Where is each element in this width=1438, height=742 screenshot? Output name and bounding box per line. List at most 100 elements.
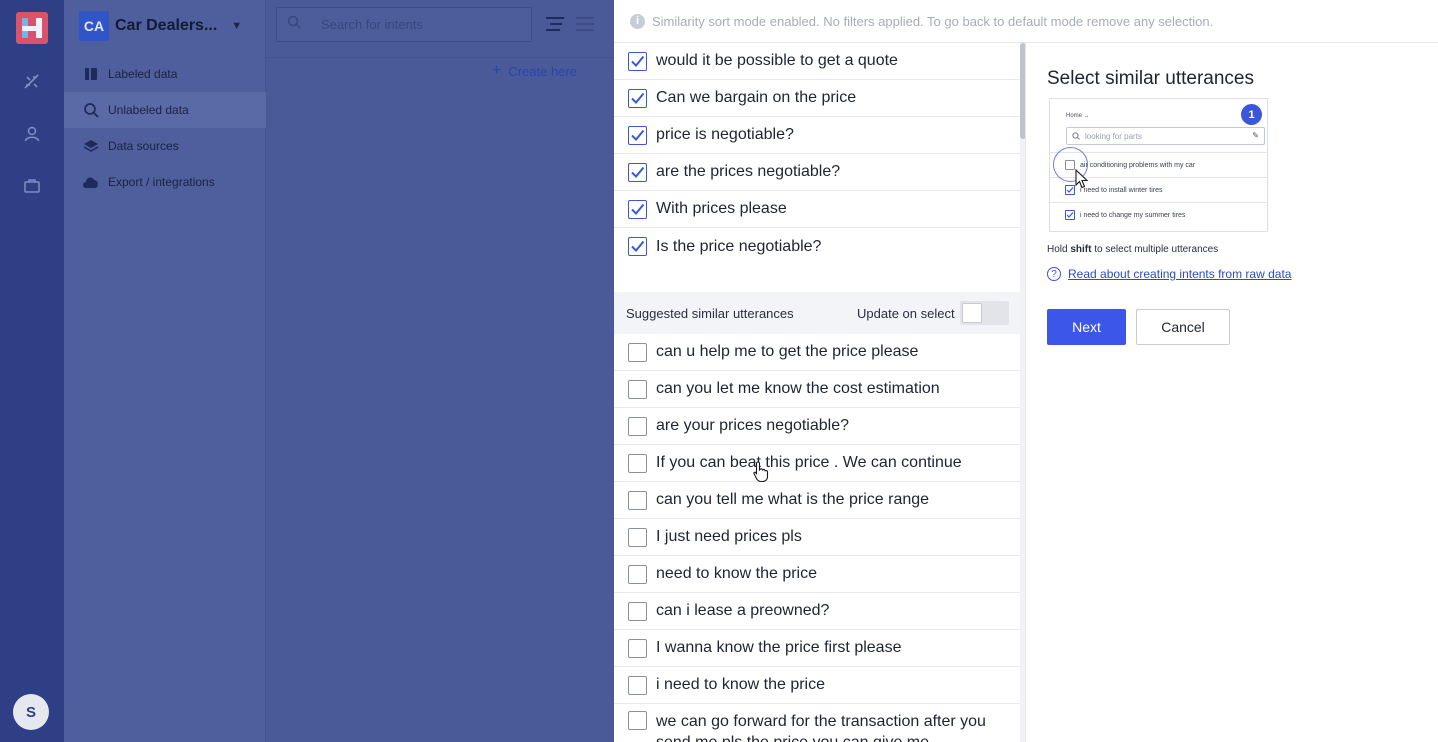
utterance-text: price is negotiable? xyxy=(656,126,794,143)
nav-item-label: Export / integrations xyxy=(108,175,215,189)
checkbox-checked[interactable] xyxy=(628,237,647,256)
utterance-text: I wanna know the price first please xyxy=(656,639,902,656)
selected-utterance-row[interactable]: Can we bargain on the price xyxy=(614,80,1020,117)
utterance-text: are your prices negotiable? xyxy=(656,417,850,434)
checkbox[interactable] xyxy=(628,675,647,695)
search-icon xyxy=(82,101,100,119)
user-icon[interactable] xyxy=(20,122,44,146)
utterance-text: can you let me know the cost estimation xyxy=(656,380,940,397)
preview-row-text: air conditioning problems with my car xyxy=(1080,161,1196,169)
hint-prefix: Hold xyxy=(1047,244,1071,255)
utterance-text: can you tell me what is the price range xyxy=(656,491,930,508)
nav-item-export[interactable]: Export / integrations xyxy=(64,164,266,200)
nav-item-data-sources[interactable]: Data sources xyxy=(64,128,266,164)
utterance-text: i need to know the price xyxy=(656,676,825,693)
checkbox-checked[interactable] xyxy=(628,199,647,219)
scrollbar-thumb[interactable] xyxy=(1020,43,1025,139)
briefcase-icon[interactable] xyxy=(20,174,44,198)
checkbox[interactable] xyxy=(628,638,647,658)
utterance-text: If you can beat this price . We can cont… xyxy=(656,454,962,471)
checkbox[interactable] xyxy=(628,416,647,436)
cancel-button[interactable]: Cancel xyxy=(1136,309,1230,345)
help-link[interactable]: ? Read about creating intents from raw d… xyxy=(1047,267,1291,281)
nav-item-label: Labeled data xyxy=(108,67,178,81)
create-intent-link[interactable]: + Create here xyxy=(492,62,577,80)
intent-search-input[interactable]: Search for intents xyxy=(276,7,532,42)
selected-utterance-row[interactable]: price is negotiable? xyxy=(614,117,1020,154)
user-avatar[interactable]: S xyxy=(13,694,49,730)
nav-item-unlabeled-data[interactable]: Unlabeled data xyxy=(64,92,266,128)
suggested-utterance-row[interactable]: If you can beat this price . We can cont… xyxy=(614,445,1020,482)
tutorial-preview-image: Home → 1 looking for parts ✎ air conditi… xyxy=(1049,98,1268,232)
pencil-icon: ✎ xyxy=(1252,131,1259,140)
suggested-utterance-row[interactable]: can u help me to get the price please xyxy=(614,334,1020,371)
suggested-utterance-row[interactable]: I just need prices pls xyxy=(614,519,1020,556)
preview-checkbox-checked xyxy=(1065,185,1075,195)
utterance-text: would it be possible to get a quote xyxy=(656,52,898,69)
suggested-utterance-row[interactable]: are your prices negotiable? xyxy=(614,408,1020,445)
selected-utterance-row[interactable]: Is the price negotiable? xyxy=(614,228,1020,265)
hint-key: shift xyxy=(1070,244,1092,255)
app-logo[interactable] xyxy=(14,10,50,46)
suggested-utterance-row[interactable]: i need to know the price xyxy=(614,667,1020,704)
suggested-utterance-row[interactable]: need to know the price xyxy=(614,556,1020,593)
checkbox[interactable] xyxy=(628,342,647,362)
checkbox[interactable] xyxy=(628,453,647,473)
pointer-cursor-icon xyxy=(1075,168,1089,189)
search-icon xyxy=(287,15,301,34)
nav-item-label: Data sources xyxy=(108,139,179,153)
checkbox[interactable] xyxy=(628,490,647,510)
plus-icon: + xyxy=(492,62,502,79)
suggested-utterance-row[interactable]: can i lease a preowned? xyxy=(614,593,1020,630)
chevron-down-icon: ▼ xyxy=(231,20,243,32)
utterance-text: need to know the price xyxy=(656,565,817,582)
update-on-select-toggle[interactable] xyxy=(960,301,1009,325)
checkbox-checked[interactable] xyxy=(628,125,647,145)
preview-checkbox-checked xyxy=(1065,210,1075,220)
help-link-text[interactable]: Read about creating intents from raw dat… xyxy=(1068,267,1291,281)
cloud-icon xyxy=(82,173,100,191)
suggested-utterance-row[interactable]: I wanna know the price first please xyxy=(614,630,1020,667)
nav-item-labeled-data[interactable]: Labeled data xyxy=(64,56,266,92)
selected-utterance-row[interactable]: would it be possible to get a quote xyxy=(614,43,1020,80)
update-on-select-label: Update on select xyxy=(857,306,955,321)
checkbox[interactable] xyxy=(628,564,647,584)
workspace-badge: CA xyxy=(79,11,109,41)
list-scrollbar[interactable] xyxy=(1020,43,1025,742)
similarity-mode-banner: i Similarity sort mode enabled. No filte… xyxy=(614,0,1438,43)
checkbox[interactable] xyxy=(628,527,647,547)
checkbox[interactable] xyxy=(628,379,647,399)
guide-panel: Select similar utterances Home → 1 looki… xyxy=(1027,43,1438,742)
selected-utterance-row[interactable]: are the prices negotiable? xyxy=(614,154,1020,191)
toggle-knob xyxy=(962,303,982,323)
workspace-selector[interactable]: CA Car Dealers... ▼ xyxy=(79,10,242,42)
tree-view-icon[interactable] xyxy=(545,14,567,34)
suggested-utterance-row[interactable]: we can go forward for the transaction af… xyxy=(614,704,1020,742)
selected-utterance-row[interactable]: With prices please xyxy=(614,191,1020,228)
suggested-utterance-row[interactable]: can you tell me what is the price range xyxy=(614,482,1020,519)
workspace-name: Car Dealers... xyxy=(115,17,218,34)
book-icon xyxy=(82,65,100,83)
checkbox-checked[interactable] xyxy=(628,88,647,108)
preview-row-text: i need to change my summer tires xyxy=(1080,211,1186,219)
utterance-text: are the prices negotiable? xyxy=(656,163,841,180)
checkbox-checked[interactable] xyxy=(628,51,647,71)
create-label: Create here xyxy=(508,63,577,79)
utterance-text: can u help me to get the price please xyxy=(656,343,919,360)
shift-hint: Hold shift to select multiple utterances xyxy=(1047,244,1218,255)
suggested-utterance-row[interactable]: can you let me know the cost estimation xyxy=(614,371,1020,408)
question-icon: ? xyxy=(1047,267,1061,281)
preview-search: looking for parts ✎ xyxy=(1066,127,1265,145)
top-bar: Search for intents + Create here xyxy=(266,0,614,79)
suggestions-header: Suggested similar utterances Update on s… xyxy=(614,292,1020,334)
suggestions-title: Suggested similar utterances xyxy=(626,305,794,321)
checkbox[interactable] xyxy=(628,711,647,730)
preview-breadcrumb: Home → xyxy=(1066,113,1090,119)
list-view-icon[interactable] xyxy=(575,14,597,34)
checkbox[interactable] xyxy=(628,601,647,621)
layers-icon xyxy=(82,137,100,155)
intents-icon[interactable] xyxy=(20,70,44,94)
next-button[interactable]: Next xyxy=(1047,309,1126,345)
utterance-text: Is the price negotiable? xyxy=(656,237,822,255)
checkbox-checked[interactable] xyxy=(628,162,647,182)
